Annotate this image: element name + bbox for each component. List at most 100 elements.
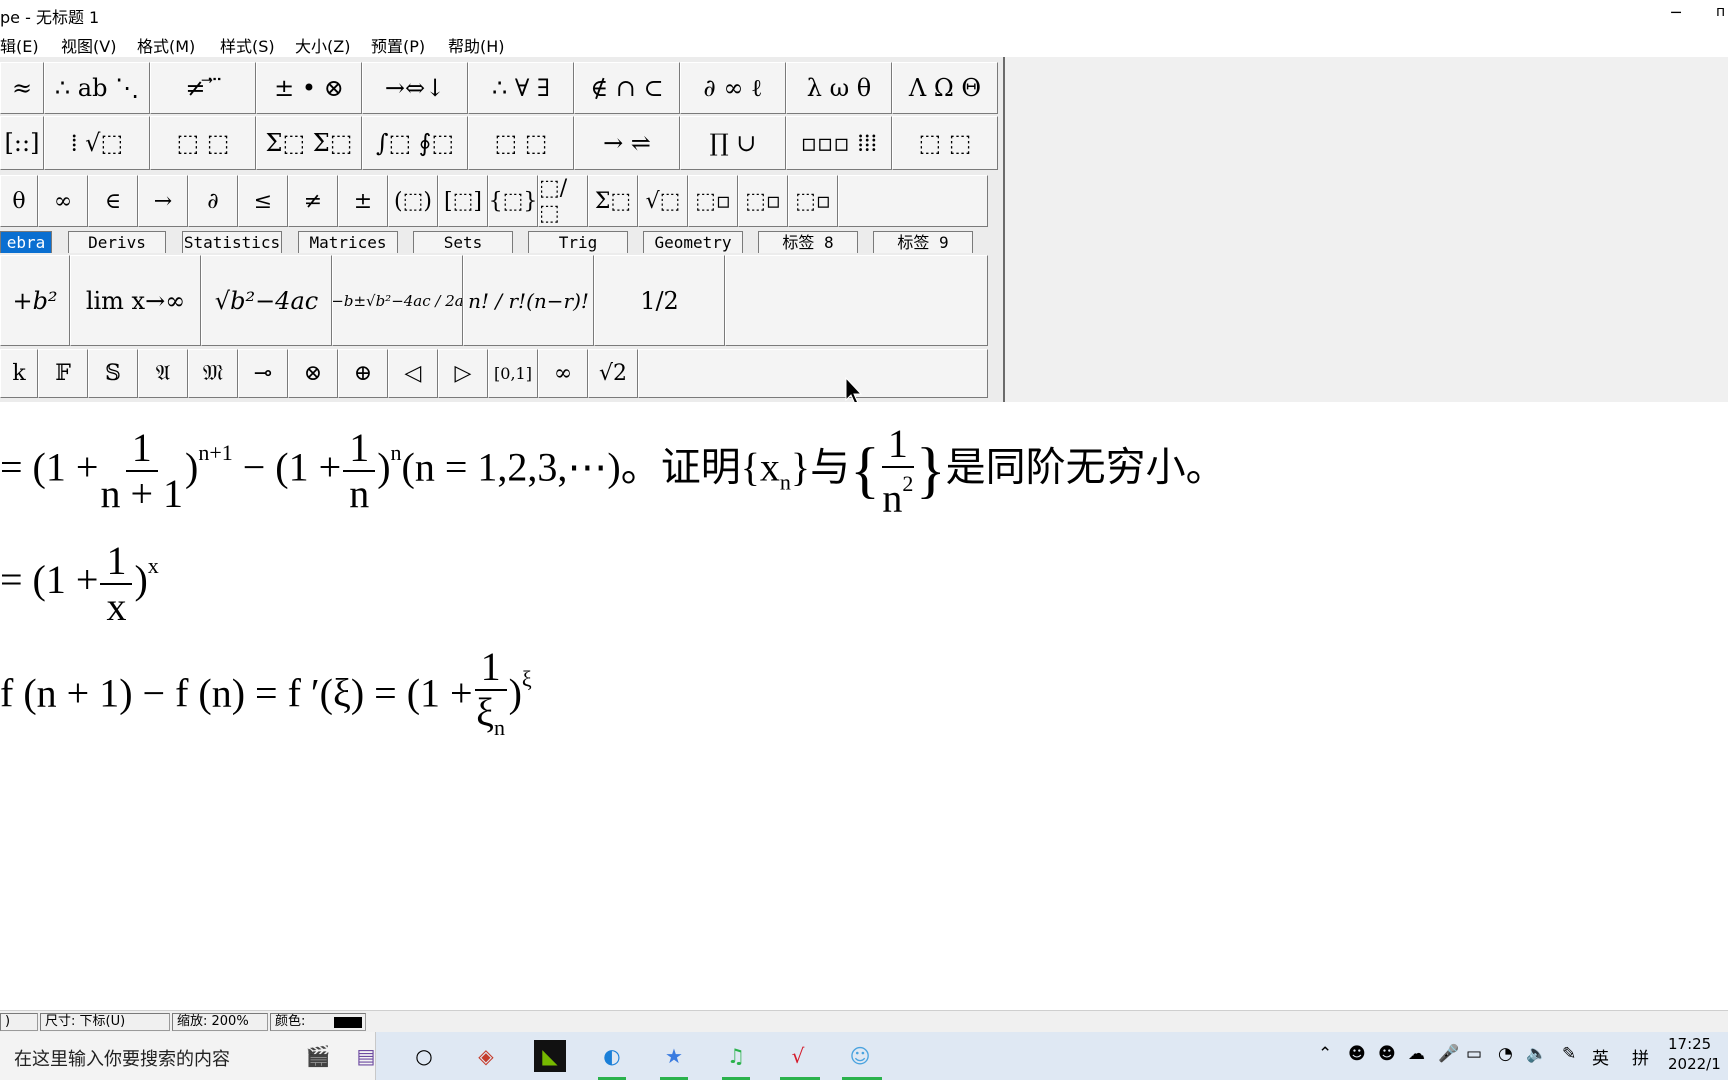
- tab-trig[interactable]: Trig: [528, 231, 628, 253]
- template-sqrt-button[interactable]: √⬚: [638, 175, 688, 227]
- edge-browser-icon[interactable]: ◐: [596, 1040, 628, 1072]
- tab-sets[interactable]: Sets: [413, 231, 513, 253]
- template-fraction-button[interactable]: ⬚/⬚: [538, 175, 588, 227]
- palette-sets-button[interactable]: ∉ ∩ ⊂: [574, 62, 680, 114]
- minimize-button[interactable]: ─: [1656, 0, 1696, 28]
- template-sub-superscript-button[interactable]: ⬚▫: [788, 175, 838, 227]
- nvidia-app-icon[interactable]: ◣: [534, 1040, 566, 1072]
- template-brackets-button[interactable]: [⬚]: [438, 175, 488, 227]
- symbol-interval-button[interactable]: [0,1]: [488, 349, 538, 398]
- palette-bars-button[interactable]: ⬚ ⬚: [468, 116, 574, 170]
- symbol-left-triangle-button[interactable]: ◁: [388, 349, 438, 398]
- tab-matrices[interactable]: Matrices: [298, 231, 398, 253]
- wps-app-icon[interactable]: ◈: [470, 1040, 502, 1072]
- symbol-plus-minus-button[interactable]: ±: [338, 175, 388, 227]
- template-subscript-button[interactable]: ⬚▫: [738, 175, 788, 227]
- notes-app-icon[interactable]: ▤: [350, 1040, 382, 1072]
- tray-volume-icon[interactable]: 🔈: [1526, 1044, 1547, 1064]
- menu-edit[interactable]: 辑(E): [0, 33, 39, 57]
- music-app-icon[interactable]: ♫: [720, 1040, 752, 1072]
- symbol-partial-button[interactable]: ∂: [188, 175, 238, 227]
- eq1-fraction-1: 1n + 1: [100, 426, 183, 516]
- template-quadratic-formula[interactable]: −b±√b²−4ac / 2a: [332, 255, 463, 346]
- symbol-right-triangle-button[interactable]: ▷: [438, 349, 488, 398]
- symbol-double-struck-s-button[interactable]: 𝕊: [88, 349, 138, 398]
- tab-statistics[interactable]: Statistics: [182, 231, 282, 253]
- template-limit[interactable]: lim x→∞: [70, 255, 201, 346]
- template-sum-button[interactable]: Σ⬚: [588, 175, 638, 227]
- palette-logic-button[interactable]: ∴ ∀ ∃: [468, 62, 574, 114]
- palette-fractions-button[interactable]: ⁞ √⬚: [44, 116, 150, 170]
- menu-help[interactable]: 帮助(H): [448, 33, 505, 57]
- tray-qq-icon[interactable]: ☻: [1348, 1044, 1366, 1064]
- live-app-icon[interactable]: ☺: [844, 1040, 876, 1072]
- equation-editor-canvas[interactable]: = (1 +1 n + 1)n+1 − (1 +1 n)n(n = 1,2,3,⋯)…: [0, 402, 1728, 990]
- window-control-edge[interactable]: п: [1716, 4, 1725, 20]
- menu-format[interactable]: 格式(M): [137, 33, 195, 57]
- symbol-infinity-2-button[interactable]: ∞: [538, 349, 588, 398]
- ime-mode-indicator[interactable]: 拼: [1632, 1044, 1649, 1069]
- template-one-half[interactable]: 1/2: [594, 255, 725, 346]
- symbol-infinity-button[interactable]: ∞: [38, 175, 88, 227]
- palette-spaces-button[interactable]: ∴ ab ⋱: [44, 62, 150, 114]
- palette-matrices-button[interactable]: ▫▫▫ ⁞⁞⁞: [786, 116, 892, 170]
- clapper-app-icon[interactable]: 🎬: [302, 1040, 334, 1072]
- template-superscript-button[interactable]: ⬚▫: [688, 175, 738, 227]
- menu-preset[interactable]: 预置(P): [371, 33, 425, 57]
- template-discriminant[interactable]: √b²−4ac: [201, 255, 332, 346]
- tray-qq-2-icon[interactable]: ☻: [1378, 1044, 1396, 1064]
- palette-summations-button[interactable]: Σ⬚ Σ⬚: [256, 116, 362, 170]
- palette-greek-lower-button[interactable]: λ ω θ: [786, 62, 892, 114]
- symbol-otimes-button[interactable]: ⊗: [288, 349, 338, 398]
- task-view-icon[interactable]: ○: [408, 1040, 440, 1072]
- template-combination[interactable]: n! / r!(n−r)!: [463, 255, 594, 346]
- tab-label-9[interactable]: 标签 9: [873, 231, 973, 253]
- tray-network-icon[interactable]: ◔: [1498, 1044, 1513, 1064]
- tab-label-8[interactable]: 标签 8: [758, 231, 858, 253]
- palette-scripts-button[interactable]: ⬚ ⬚: [150, 116, 256, 170]
- symbol-multimap-button[interactable]: ⊸: [238, 349, 288, 398]
- tray-mic-icon[interactable]: 🎤: [1438, 1044, 1459, 1064]
- symbol-k-button[interactable]: k: [0, 349, 38, 398]
- symbol-leq-button[interactable]: ≤: [238, 175, 288, 227]
- star-app-icon[interactable]: ★: [658, 1040, 690, 1072]
- palette-integrals-button[interactable]: ∫⬚ ∮⬚: [362, 116, 468, 170]
- tab-geometry[interactable]: Geometry: [643, 231, 743, 253]
- symbol-fraktur-m-button[interactable]: 𝔐: [188, 349, 238, 398]
- menu-style[interactable]: 样式(S): [220, 33, 275, 57]
- menu-size[interactable]: 大小(Z): [295, 33, 350, 57]
- palette-products-button[interactable]: ∏ ∪: [680, 116, 786, 170]
- tray-cloud-icon[interactable]: ☁: [1408, 1044, 1425, 1064]
- template-braces-button[interactable]: {⬚}: [488, 175, 538, 227]
- palette-greek-upper-button[interactable]: Λ Ω Θ: [892, 62, 998, 114]
- symbol-oplus-button[interactable]: ⊕: [338, 349, 388, 398]
- symbol-theta-button[interactable]: θ: [0, 175, 38, 227]
- palette-labeled-arrows-button[interactable]: → ⇌: [574, 116, 680, 170]
- tab-algebra[interactable]: ebra: [0, 231, 52, 253]
- palette-misc-button[interactable]: ∂ ∞ ℓ: [680, 62, 786, 114]
- tab-derivs[interactable]: Derivs: [68, 231, 166, 253]
- taskbar-clock[interactable]: 17:25 2022/1: [1668, 1034, 1721, 1074]
- symbol-right-arrow-button[interactable]: →: [138, 175, 188, 227]
- palette-boxes-button[interactable]: ⬚ ⬚: [892, 116, 998, 170]
- symbol-element-of-button[interactable]: ∈: [88, 175, 138, 227]
- equation-line-3: f (n + 1) − f (n) = f ′(ξ) = (1 +1 ξn)ξ: [0, 645, 532, 750]
- template-parentheses-button[interactable]: (⬚): [388, 175, 438, 227]
- symbol-sqrt2-button[interactable]: √2: [588, 349, 638, 398]
- tray-expand-icon[interactable]: ⌃: [1318, 1044, 1332, 1064]
- palette-operators-button[interactable]: ± • ⊗: [256, 62, 362, 114]
- symbol-double-struck-f-button[interactable]: 𝔽: [38, 349, 88, 398]
- clock-date: 2022/1: [1668, 1055, 1721, 1073]
- menu-view[interactable]: 视图(V): [61, 33, 116, 57]
- palette-embellishments-button[interactable]: ≠ ⃗ ⃛: [150, 62, 256, 114]
- template-square-sum[interactable]: +b²: [0, 255, 70, 346]
- palette-fences-button[interactable]: [::]: [0, 116, 44, 170]
- symbol-neq-button[interactable]: ≠: [288, 175, 338, 227]
- tray-pen-icon[interactable]: ✎: [1562, 1044, 1576, 1064]
- mathtype-app-icon[interactable]: √: [782, 1040, 814, 1072]
- symbol-fraktur-a-button[interactable]: 𝔄: [138, 349, 188, 398]
- palette-relations-button[interactable]: ≈: [0, 62, 44, 114]
- ime-language-indicator[interactable]: 英: [1592, 1044, 1609, 1069]
- palette-arrows-button[interactable]: →⇔↓: [362, 62, 468, 114]
- tray-battery-icon[interactable]: ▭: [1466, 1044, 1482, 1064]
